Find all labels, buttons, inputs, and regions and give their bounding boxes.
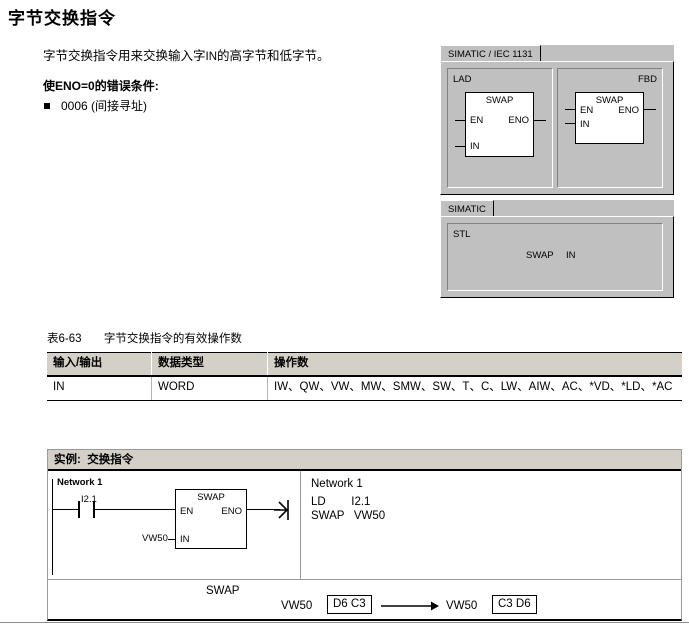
fbd-en-input-wire bbox=[565, 109, 575, 110]
lad-pin-en: EN bbox=[470, 115, 484, 126]
intro-paragraph-inline-code: IN bbox=[205, 51, 218, 63]
contact-to-block-wire bbox=[94, 509, 175, 510]
fbd-pin-eno: ENO bbox=[618, 105, 639, 116]
lad-in-input-wire bbox=[455, 146, 465, 147]
fbd-in-input-wire bbox=[565, 123, 575, 124]
page-title: 字节交换指令 bbox=[8, 9, 116, 28]
stl-operand: IN bbox=[566, 250, 576, 261]
page-bottom-rule bbox=[0, 622, 689, 623]
power-flow-arrow-icon bbox=[274, 500, 289, 520]
table-caption-gap bbox=[82, 333, 104, 345]
example-header-label: 实例: 交换指令 bbox=[48, 450, 681, 471]
stl-instruction: SWAP bbox=[526, 250, 554, 261]
list-item: 0006 (间接寻址) bbox=[43, 98, 423, 114]
intro-paragraph-part2: 的高字节和低字节。 bbox=[217, 49, 330, 63]
result-arrow-icon bbox=[381, 601, 439, 611]
fbd-subpanel: FBD SWAP EN ENO IN bbox=[557, 68, 663, 188]
operand-table: 输入/输出 数据类型 操作数 IN WORD IW、QW、VW、MW、SMW、S… bbox=[47, 352, 682, 401]
cell-datatype: WORD bbox=[151, 376, 268, 401]
example-box: 实例: 交换指令 Network 1 I2.1 SWAP EN ENO IN V… bbox=[47, 449, 682, 621]
example-block-title: SWAP bbox=[197, 492, 225, 503]
column-header-io: 输入/输出 bbox=[47, 352, 152, 377]
error-condition-list: 0006 (间接寻址) bbox=[43, 98, 423, 114]
rail-to-contact-wire bbox=[53, 509, 78, 510]
lad-subpanel: LAD SWAP EN ENO IN bbox=[447, 68, 553, 188]
error-code-label: 0006 (间接寻址) bbox=[61, 99, 148, 113]
lad-pin-in: IN bbox=[470, 141, 480, 152]
example-lad-column: Network 1 I2.1 SWAP EN ENO IN VW50 bbox=[48, 471, 301, 579]
example-input-operand: VW50 bbox=[142, 533, 168, 544]
cell-io: IN bbox=[47, 376, 152, 401]
left-power-rail bbox=[52, 479, 53, 575]
example-stl-column: Network 1 LD I2.1 SWAP VW50 bbox=[302, 471, 681, 579]
iec-panel-body: LAD SWAP EN ENO IN FBD SWAP EN ENO IN bbox=[440, 61, 674, 195]
iec-panel-tab-strip: SIMATIC / IEC 1131 bbox=[440, 45, 674, 62]
lad-en-input-wire bbox=[455, 120, 465, 121]
table-caption: 表6-63 字节交换指令的有效操作数 bbox=[47, 332, 242, 347]
contact-left-bar bbox=[78, 501, 80, 518]
tab-simatic[interactable]: SIMATIC bbox=[440, 200, 494, 217]
stl-example-code: LD I2.1 SWAP VW50 bbox=[311, 496, 386, 522]
column-header-datatype: 数据类型 bbox=[151, 352, 268, 377]
fbd-pin-en: EN bbox=[580, 105, 594, 116]
fbd-pin-in: IN bbox=[580, 119, 590, 130]
intro-block: 字节交换指令用来交换输入字IN的高字节和低字节。 使ENO=0的错误条件: 00… bbox=[43, 48, 423, 114]
column-header-operands: 操作数 bbox=[267, 352, 682, 377]
lad-eno-output-wire bbox=[534, 120, 546, 121]
in-operand-wire bbox=[168, 539, 176, 540]
example-pin-eno: ENO bbox=[221, 506, 242, 517]
error-condition-heading: 使ENO=0的错误条件: bbox=[43, 78, 423, 94]
lad-block-title: SWAP bbox=[485, 95, 514, 106]
intro-paragraph-part1: 字节交换指令用来交换输入字 bbox=[43, 49, 206, 63]
stl-corner-label: STL bbox=[453, 229, 471, 240]
stl-panel-body: STL SWAP IN bbox=[440, 216, 674, 298]
table-header-row: 输入/输出 数据类型 操作数 bbox=[47, 352, 682, 377]
example-main: Network 1 I2.1 SWAP EN ENO IN VW50 Netwo… bbox=[48, 471, 681, 579]
error-heading-code: ENO=0 bbox=[55, 79, 95, 93]
square-bullet-icon bbox=[44, 103, 50, 109]
stl-subpanel: STL SWAP IN bbox=[447, 223, 663, 291]
cell-operands: IW、QW、VW、MW、SMW、SW、T、C、LW、AIW、AC、*VD、*LD… bbox=[267, 376, 682, 401]
example-pin-in: IN bbox=[180, 534, 190, 545]
intro-paragraph: 字节交换指令用来交换输入字IN的高字节和低字节。 bbox=[43, 48, 423, 66]
fbd-eno-output-wire bbox=[644, 109, 656, 110]
lad-corner-label: LAD bbox=[453, 74, 472, 85]
table-caption-number: 表6-63 bbox=[47, 333, 82, 345]
tab-simatic-iec1131[interactable]: SIMATIC / IEC 1131 bbox=[440, 45, 541, 62]
fbd-corner-label: FBD bbox=[638, 74, 657, 85]
simatic-stl-panel: SIMATIC STL SWAP IN bbox=[440, 200, 674, 298]
example-pin-en: EN bbox=[180, 506, 194, 517]
result-source-label: VW50 bbox=[281, 600, 313, 612]
error-heading-suffix: 的错误条件: bbox=[94, 79, 159, 93]
result-dest-label: VW50 bbox=[446, 600, 478, 612]
result-dest-value: C3 D6 bbox=[492, 595, 537, 614]
example-result-strip: SWAP VW50 D6 C3 VW50 C3 D6 bbox=[48, 579, 681, 619]
lad-network-label: Network 1 bbox=[57, 477, 103, 488]
fbd-swap-block[interactable]: SWAP EN ENO IN bbox=[575, 92, 644, 144]
table-caption-text: 字节交换指令的有效操作数 bbox=[103, 333, 242, 345]
lad-pin-eno: ENO bbox=[508, 115, 529, 126]
error-heading-prefix: 使 bbox=[43, 79, 56, 93]
example-swap-block[interactable]: SWAP EN ENO IN bbox=[175, 489, 247, 549]
result-source-value: D6 C3 bbox=[327, 595, 372, 614]
table-row: IN WORD IW、QW、VW、MW、SMW、SW、T、C、LW、AIW、AC… bbox=[47, 376, 682, 401]
lad-swap-block[interactable]: SWAP EN ENO IN bbox=[465, 92, 534, 157]
stl-network-label: Network 1 bbox=[311, 478, 363, 490]
simatic-iec-panel: SIMATIC / IEC 1131 LAD SWAP EN ENO IN FB… bbox=[440, 45, 674, 195]
stl-panel-tab-strip: SIMATIC bbox=[440, 200, 674, 217]
result-instruction-label: SWAP bbox=[206, 585, 240, 597]
